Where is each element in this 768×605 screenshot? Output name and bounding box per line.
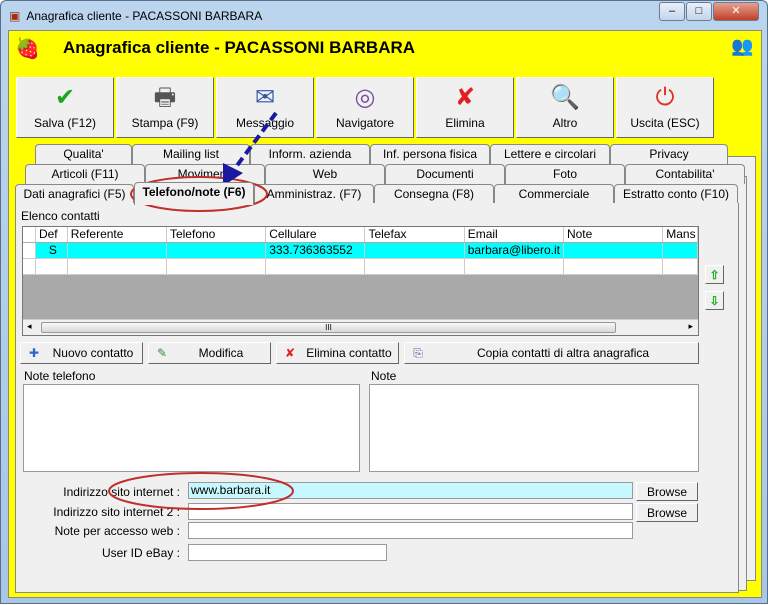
annotation-arrow-line bbox=[231, 111, 278, 173]
tab-telefono-note-f6[interactable]: Telefono/note (F6) bbox=[134, 182, 254, 205]
window: ▣ Anagrafica cliente - PACASSONI BARBARA… bbox=[0, 0, 768, 604]
site-highlight-ellipse bbox=[108, 472, 294, 510]
annotation-overlay bbox=[108, 111, 294, 510]
